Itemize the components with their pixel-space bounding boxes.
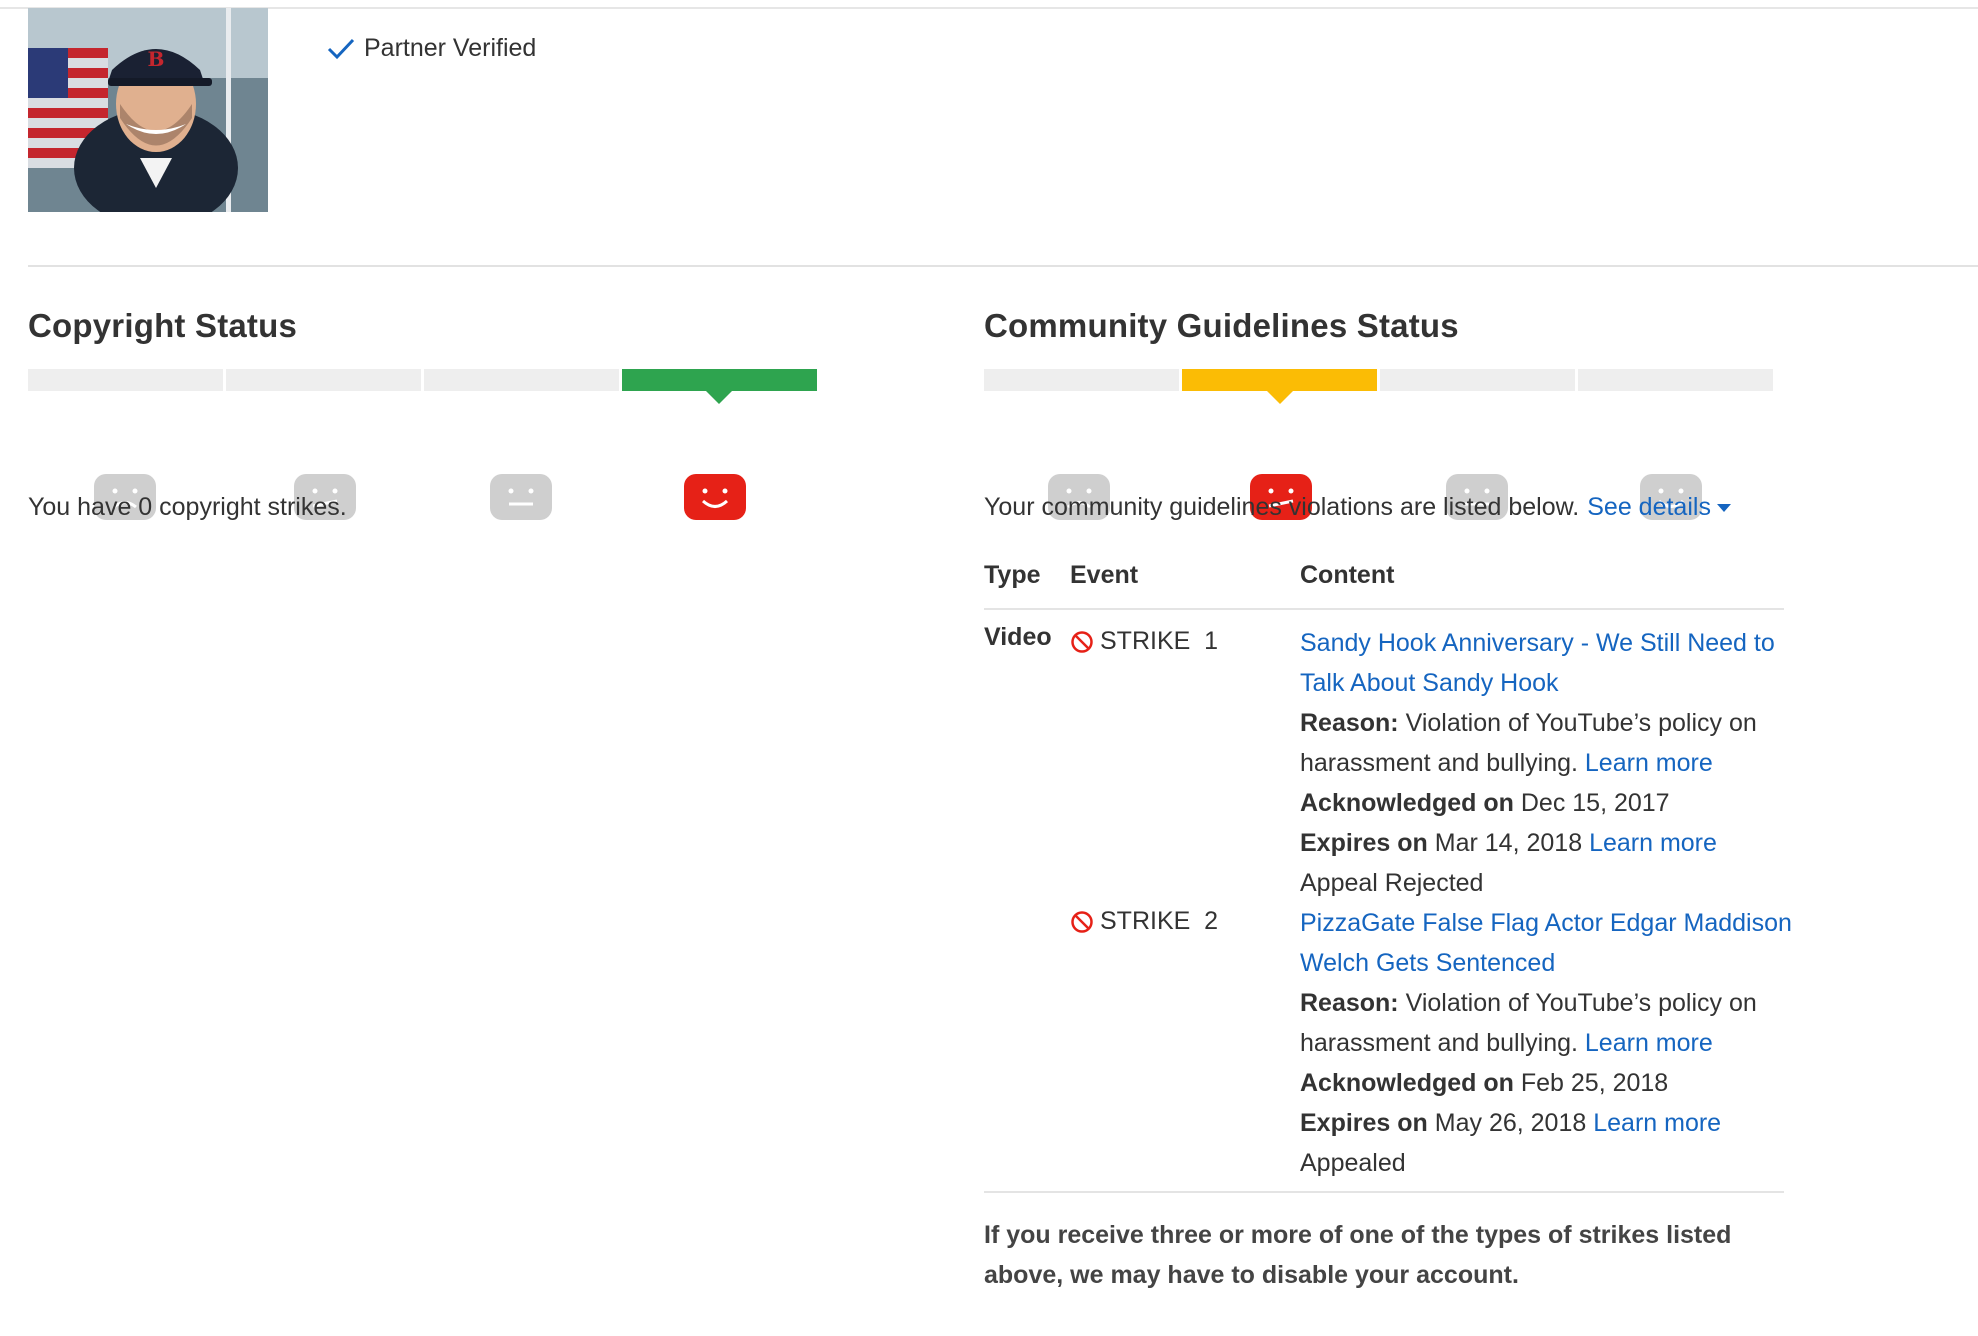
community-status-title: Community Guidelines Status <box>984 307 1459 344</box>
account-disable-warning: If you receive three or more of one of t… <box>984 1221 1732 1289</box>
reason-learn-more-link[interactable]: Learn more <box>1585 749 1713 777</box>
copyright-meter-segment-1 <box>28 369 223 391</box>
appeal-status: Appeal Rejected <box>1300 869 1484 897</box>
acknowledged-label: Acknowledged on <box>1300 1069 1514 1097</box>
reason-label: Reason: <box>1300 989 1399 1017</box>
video-title-link[interactable]: Sandy Hook Anniversary - We Still Need t… <box>1300 629 1775 697</box>
expires-label: Expires on <box>1300 1109 1428 1137</box>
appeal-status: Appealed <box>1300 1149 1406 1177</box>
neutral-face-icon <box>490 474 552 520</box>
partner-status-text: Partner Verified <box>364 34 537 62</box>
violations-intro: Your community guidelines violations are… <box>984 493 1580 521</box>
reason-label: Reason: <box>1300 709 1399 737</box>
see-details-link[interactable]: See details <box>1587 493 1731 521</box>
expires-learn-more-link[interactable]: Learn more <box>1589 829 1717 857</box>
expires-learn-more-link[interactable]: Learn more <box>1593 1109 1721 1137</box>
expires-label: Expires on <box>1300 829 1428 857</box>
copyright-meter-segment-3 <box>424 369 619 391</box>
strike-content: Sandy Hook Anniversary - We Still Need t… <box>1300 623 1800 903</box>
copyright-status-section: Copyright Status You have 0 copyright st… <box>28 307 828 521</box>
copyright-meter-pointer <box>706 391 732 404</box>
strike-type: Video <box>984 623 1052 651</box>
community-violations-message: Your community guidelines violations are… <box>984 493 1731 522</box>
strike-content: PizzaGate False Flag Actor Edgar Maddiso… <box>1300 903 1800 1183</box>
top-divider <box>0 7 1978 9</box>
column-header-event: Event <box>1070 561 1139 589</box>
copyright-status-title: Copyright Status <box>28 307 298 344</box>
community-status-meter <box>984 369 1776 520</box>
happy-face-icon <box>684 474 746 520</box>
channel-avatar[interactable]: B <box>28 8 268 212</box>
community-meter-segment-4 <box>1578 369 1773 391</box>
ban-icon <box>1071 630 1093 653</box>
table-bottom-divider <box>984 1191 1784 1193</box>
see-details-label: See details <box>1587 493 1711 521</box>
column-header-type: Type <box>984 561 1041 589</box>
caret-down-icon <box>1716 504 1731 513</box>
acknowledged-date: Dec 15, 2017 <box>1520 789 1670 817</box>
strike-label: STRIKE 2 <box>1100 907 1219 935</box>
strike-event: STRIKE 1 <box>1070 627 1218 656</box>
svg-text:B: B <box>148 47 165 71</box>
expires-date: May 26, 2018 <box>1434 1109 1587 1137</box>
copyright-status-meter <box>28 369 820 520</box>
community-meter-pointer <box>1267 391 1293 404</box>
avatar-photo: B <box>28 8 268 212</box>
video-title-link[interactable]: PizzaGate False Flag Actor Edgar Maddiso… <box>1300 909 1792 977</box>
copyright-meter-segment-2 <box>226 369 421 391</box>
expires-date: Mar 14, 2018 <box>1434 829 1583 857</box>
strike-label: STRIKE 1 <box>1100 627 1219 655</box>
copyright-strikes-message: You have 0 copyright strikes. <box>28 493 347 521</box>
community-meter-segment-1 <box>984 369 1179 391</box>
column-header-content: Content <box>1300 561 1395 589</box>
section-divider <box>28 265 1978 267</box>
strike-event: STRIKE 2 <box>1070 907 1218 936</box>
community-guidelines-section: Community Guidelines Status Your communi… <box>984 307 1804 1289</box>
checkmark-icon <box>327 38 355 59</box>
reason-learn-more-link[interactable]: Learn more <box>1585 1029 1713 1057</box>
partner-verified-badge: Partner Verified <box>326 34 536 63</box>
acknowledged-date: Feb 25, 2018 <box>1520 1069 1669 1097</box>
acknowledged-label: Acknowledged on <box>1300 789 1514 817</box>
community-meter-segment-2 <box>1182 369 1377 391</box>
ban-icon <box>1071 910 1093 933</box>
community-meter-segment-3 <box>1380 369 1575 391</box>
copyright-meter-segment-4 <box>622 369 817 391</box>
table-header-divider <box>984 608 1784 610</box>
